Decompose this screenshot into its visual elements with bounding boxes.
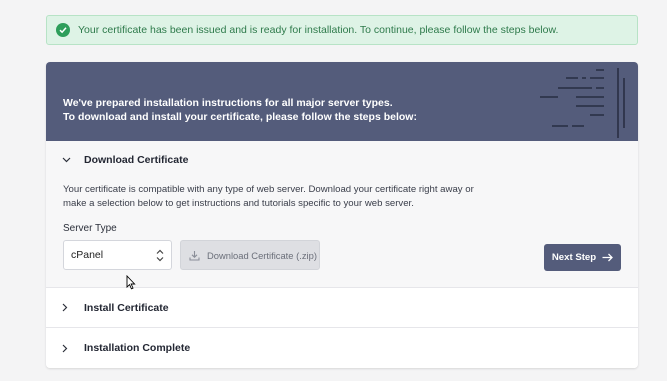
server-type-select[interactable]: cPanel [63,240,172,270]
download-icon [189,250,200,261]
next-step-label: Next Step [551,252,597,263]
step-title: Installation Complete [84,342,191,354]
download-label: Download Certificate (.zip) [207,249,317,261]
select-arrows-icon [156,249,164,265]
compatibility-description: Your certificate is compatible with any … [63,184,474,209]
step-title: Download Certificate [84,153,189,166]
download-step-content: Your certificate is compatible with any … [46,178,638,288]
decorative-lines-icon [540,68,625,138]
mouse-cursor-icon [126,275,136,290]
download-zip-button[interactable]: Download Certificate (.zip) [180,240,320,270]
alert-message: Your certificate has been issued and is … [78,24,559,36]
step-title: Install Certificate [84,301,169,314]
check-circle-icon [56,23,70,37]
server-type-value: cPanel [71,249,104,261]
chevron-down-icon [62,157,76,163]
next-step-button[interactable]: Next Step [544,244,621,271]
chevron-right-icon [62,344,76,353]
arrow-right-icon [602,253,614,262]
server-type-label: Server Type [63,223,117,234]
step-install-certificate[interactable]: Install Certificate [46,288,638,328]
instructions-banner: We've prepared installation instructions… [46,62,638,141]
success-alert: Your certificate has been issued and is … [46,15,638,45]
step-download-certificate[interactable]: Download Certificate [46,141,638,178]
certificate-panel: We've prepared installation instructions… [46,62,638,368]
step-installation-complete[interactable]: Installation Complete [46,328,638,368]
chevron-right-icon [62,303,76,312]
